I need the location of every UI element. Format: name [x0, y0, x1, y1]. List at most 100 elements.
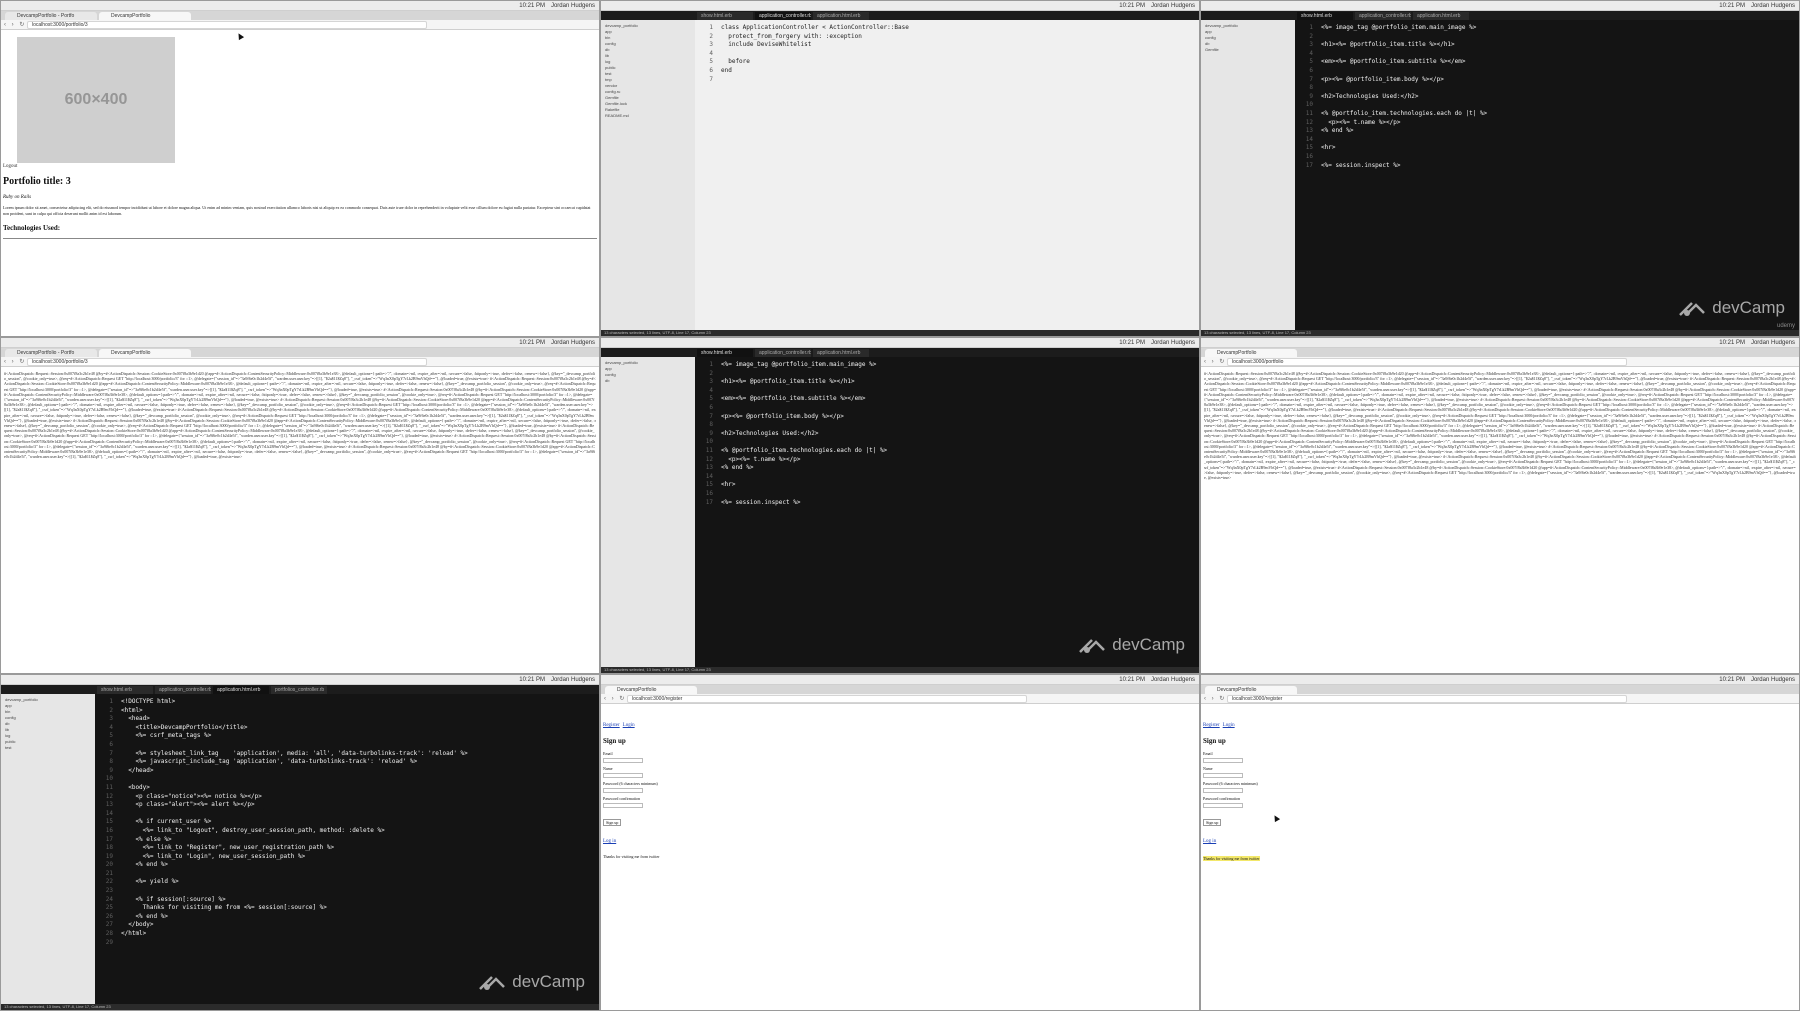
code-line[interactable]: 26 <% end %> — [95, 913, 599, 922]
code-line[interactable]: 4 <title>DevcampPortfolio</title> — [95, 724, 599, 733]
code-line[interactable]: 11 <body> — [95, 784, 599, 793]
file-tree-item[interactable]: Gemfile — [1205, 47, 1291, 53]
browser-tab[interactable]: DevcampPortfolio - Portfo — [5, 349, 97, 357]
code-line[interactable]: 5 <em><%= @portfolio_item.subtitle %></em… — [1295, 58, 1799, 67]
code-line[interactable]: 10 — [95, 775, 599, 784]
code-line[interactable]: 8 — [1295, 84, 1799, 93]
code-line[interactable]: 17 <%= session.inspect %> — [695, 499, 1199, 508]
address-bar[interactable]: localhost:3000/portfolio/3 — [27, 358, 427, 366]
code-line[interactable]: 1 class ApplicationController < ActionCon… — [695, 24, 1199, 33]
code-line[interactable]: 25 Thanks for visiting me from <%= sessi… — [95, 904, 599, 913]
code-line[interactable]: 17 <% else %> — [95, 836, 599, 845]
file-tree-item[interactable]: README.md — [605, 113, 691, 119]
code-line[interactable]: 4 — [1295, 50, 1799, 59]
code-line[interactable]: 6 — [695, 404, 1199, 413]
nav-buttons-icon[interactable]: ‹ › ↻ — [4, 21, 26, 28]
code-editor[interactable]: 1 <%= image_tag @portfolio_item.main_imag… — [695, 357, 1199, 667]
nav-buttons-icon[interactable]: ‹ › ↻ — [604, 695, 626, 702]
editor-tab[interactable]: application.html.erb — [813, 12, 869, 20]
nav-buttons-icon[interactable]: ‹ › ↻ — [4, 358, 26, 365]
name-field[interactable] — [1203, 773, 1243, 778]
register-link[interactable]: Register — [603, 723, 620, 728]
browser-tab-active[interactable]: DevcampPortfolio — [1205, 686, 1297, 694]
browser-tab[interactable]: DevcampPortfolio - Portfo — [5, 12, 97, 20]
code-line[interactable]: 21 — [95, 870, 599, 879]
signup-button[interactable]: Sign up — [603, 819, 622, 826]
register-link[interactable]: Register — [1203, 723, 1220, 728]
code-line[interactable]: 12 <p><%= t.name %></p> — [1295, 119, 1799, 128]
code-line[interactable]: 8 — [695, 421, 1199, 430]
code-line[interactable]: 7 <p><%= @portfolio_item.body %></p> — [1295, 76, 1799, 85]
code-line[interactable]: 15 <hr> — [695, 481, 1199, 490]
code-line[interactable]: 8 <%= javascript_include_tag 'applicatio… — [95, 758, 599, 767]
code-line[interactable]: 15 <hr> — [1295, 144, 1799, 153]
file-tree-item[interactable]: db — [605, 378, 691, 384]
code-line[interactable]: 16 — [1295, 153, 1799, 162]
editor-tab-active[interactable]: show.html.erb — [697, 349, 753, 357]
code-line[interactable]: 2 <html> — [95, 707, 599, 716]
address-bar[interactable]: localhost:3000/portfolio/3 — [27, 21, 427, 29]
code-line[interactable]: 1 <!DOCTYPE html> — [95, 698, 599, 707]
editor-tab[interactable]: application.html.erb — [813, 349, 869, 357]
code-line[interactable]: 3 <h1><%= @portfolio_item.title %></h1> — [1295, 41, 1799, 50]
code-line[interactable]: 5 <%= csrf_meta_tags %> — [95, 732, 599, 741]
code-line[interactable]: 17 <%= session.inspect %> — [1295, 162, 1799, 171]
editor-tab-active[interactable]: application.html.erb — [213, 686, 269, 694]
editor-tab[interactable]: application.html.erb — [1413, 12, 1469, 20]
nav-buttons-icon[interactable]: ‹ › ↻ — [1204, 358, 1226, 365]
code-line[interactable]: 9 <h2>Technologies Used:</h2> — [1295, 93, 1799, 102]
code-editor[interactable]: 1 <%= image_tag @portfolio_item.main_imag… — [1295, 20, 1799, 330]
email-field[interactable] — [603, 758, 643, 763]
code-line[interactable]: 1 <%= image_tag @portfolio_item.main_imag… — [695, 361, 1199, 370]
browser-tab-active[interactable]: DevcampPortfolio — [1205, 349, 1297, 357]
code-line[interactable]: 2 — [1295, 33, 1799, 42]
file-tree-item[interactable]: test — [5, 745, 91, 751]
code-line[interactable]: 7 <%= stylesheet_link_tag 'application',… — [95, 750, 599, 759]
code-line[interactable]: 13 <% end %> — [695, 464, 1199, 473]
code-line[interactable]: 3 <head> — [95, 715, 599, 724]
code-line[interactable]: 13 <p class="alert"><%= alert %></p> — [95, 801, 599, 810]
code-line[interactable]: 7 — [695, 76, 1199, 85]
browser-tab-active[interactable]: DevcampPortfolio — [605, 686, 697, 694]
password-confirmation-field[interactable] — [1203, 803, 1243, 808]
login-link-bottom[interactable]: Log in — [1203, 839, 1216, 844]
code-line[interactable]: 27 </body> — [95, 921, 599, 930]
address-bar[interactable]: localhost:3000/portfolio — [1227, 358, 1627, 366]
editor-tab[interactable]: show.html.erb — [697, 12, 753, 20]
code-line[interactable]: 12 <p class="notice"><%= notice %></p> — [95, 793, 599, 802]
code-line[interactable]: 14 — [95, 810, 599, 819]
code-line[interactable]: 2 protect_from_forgery with: :exception — [695, 33, 1199, 42]
code-line[interactable]: 10 — [1295, 101, 1799, 110]
code-line[interactable]: 28 </html> — [95, 930, 599, 939]
code-line[interactable]: 19 <%= link_to "Login", new_user_session… — [95, 853, 599, 862]
code-line[interactable]: 3 include DeviseWhitelist — [695, 41, 1199, 50]
editor-tab[interactable]: show.html.erb — [97, 686, 153, 694]
code-line[interactable]: 5 before — [695, 58, 1199, 67]
editor-tab[interactable]: application_controller.rb — [155, 686, 211, 694]
nav-buttons-icon[interactable]: ‹ › ↻ — [1204, 695, 1226, 702]
password-confirmation-field[interactable] — [603, 803, 643, 808]
name-field[interactable] — [603, 773, 643, 778]
code-line[interactable]: 6 end — [695, 67, 1199, 76]
logout-link[interactable]: Logout — [3, 164, 597, 169]
address-bar[interactable]: localhost:3000/register — [1227, 695, 1627, 703]
signup-button[interactable]: Sign up — [1203, 819, 1222, 826]
code-line[interactable]: 14 — [695, 473, 1199, 482]
code-line[interactable]: 6 — [1295, 67, 1799, 76]
code-editor[interactable]: 1 <!DOCTYPE html> 2 <html> 3 <head> 4 <title>… — [95, 694, 599, 1004]
code-line[interactable]: 13 <% end %> — [1295, 127, 1799, 136]
browser-tab-active[interactable]: DevcampPortfolio — [99, 349, 191, 357]
editor-tab-active[interactable]: application_controller.rb — [755, 12, 811, 20]
code-line[interactable]: 11 <% @portfolio_item.technologies.each d… — [695, 447, 1199, 456]
editor-tab[interactable]: application_controller.rb — [755, 349, 811, 357]
code-line[interactable]: 3 <h1><%= @portfolio_item.title %></h1> — [695, 378, 1199, 387]
code-line[interactable]: 7 <p><%= @portfolio_item.body %></p> — [695, 413, 1199, 422]
login-link[interactable]: Login — [623, 723, 635, 728]
code-line[interactable]: 15 <% if current_user %> — [95, 818, 599, 827]
code-line[interactable]: 18 <%= link_to "Register", new_user_regi… — [95, 844, 599, 853]
code-line[interactable]: 9 <h2>Technologies Used:</h2> — [695, 430, 1199, 439]
code-line[interactable]: 6 — [95, 741, 599, 750]
code-line[interactable]: 22 <%= yield %> — [95, 878, 599, 887]
code-line[interactable]: 9 </head> — [95, 767, 599, 776]
code-line[interactable]: 5 <em><%= @portfolio_item.subtitle %></em… — [695, 395, 1199, 404]
